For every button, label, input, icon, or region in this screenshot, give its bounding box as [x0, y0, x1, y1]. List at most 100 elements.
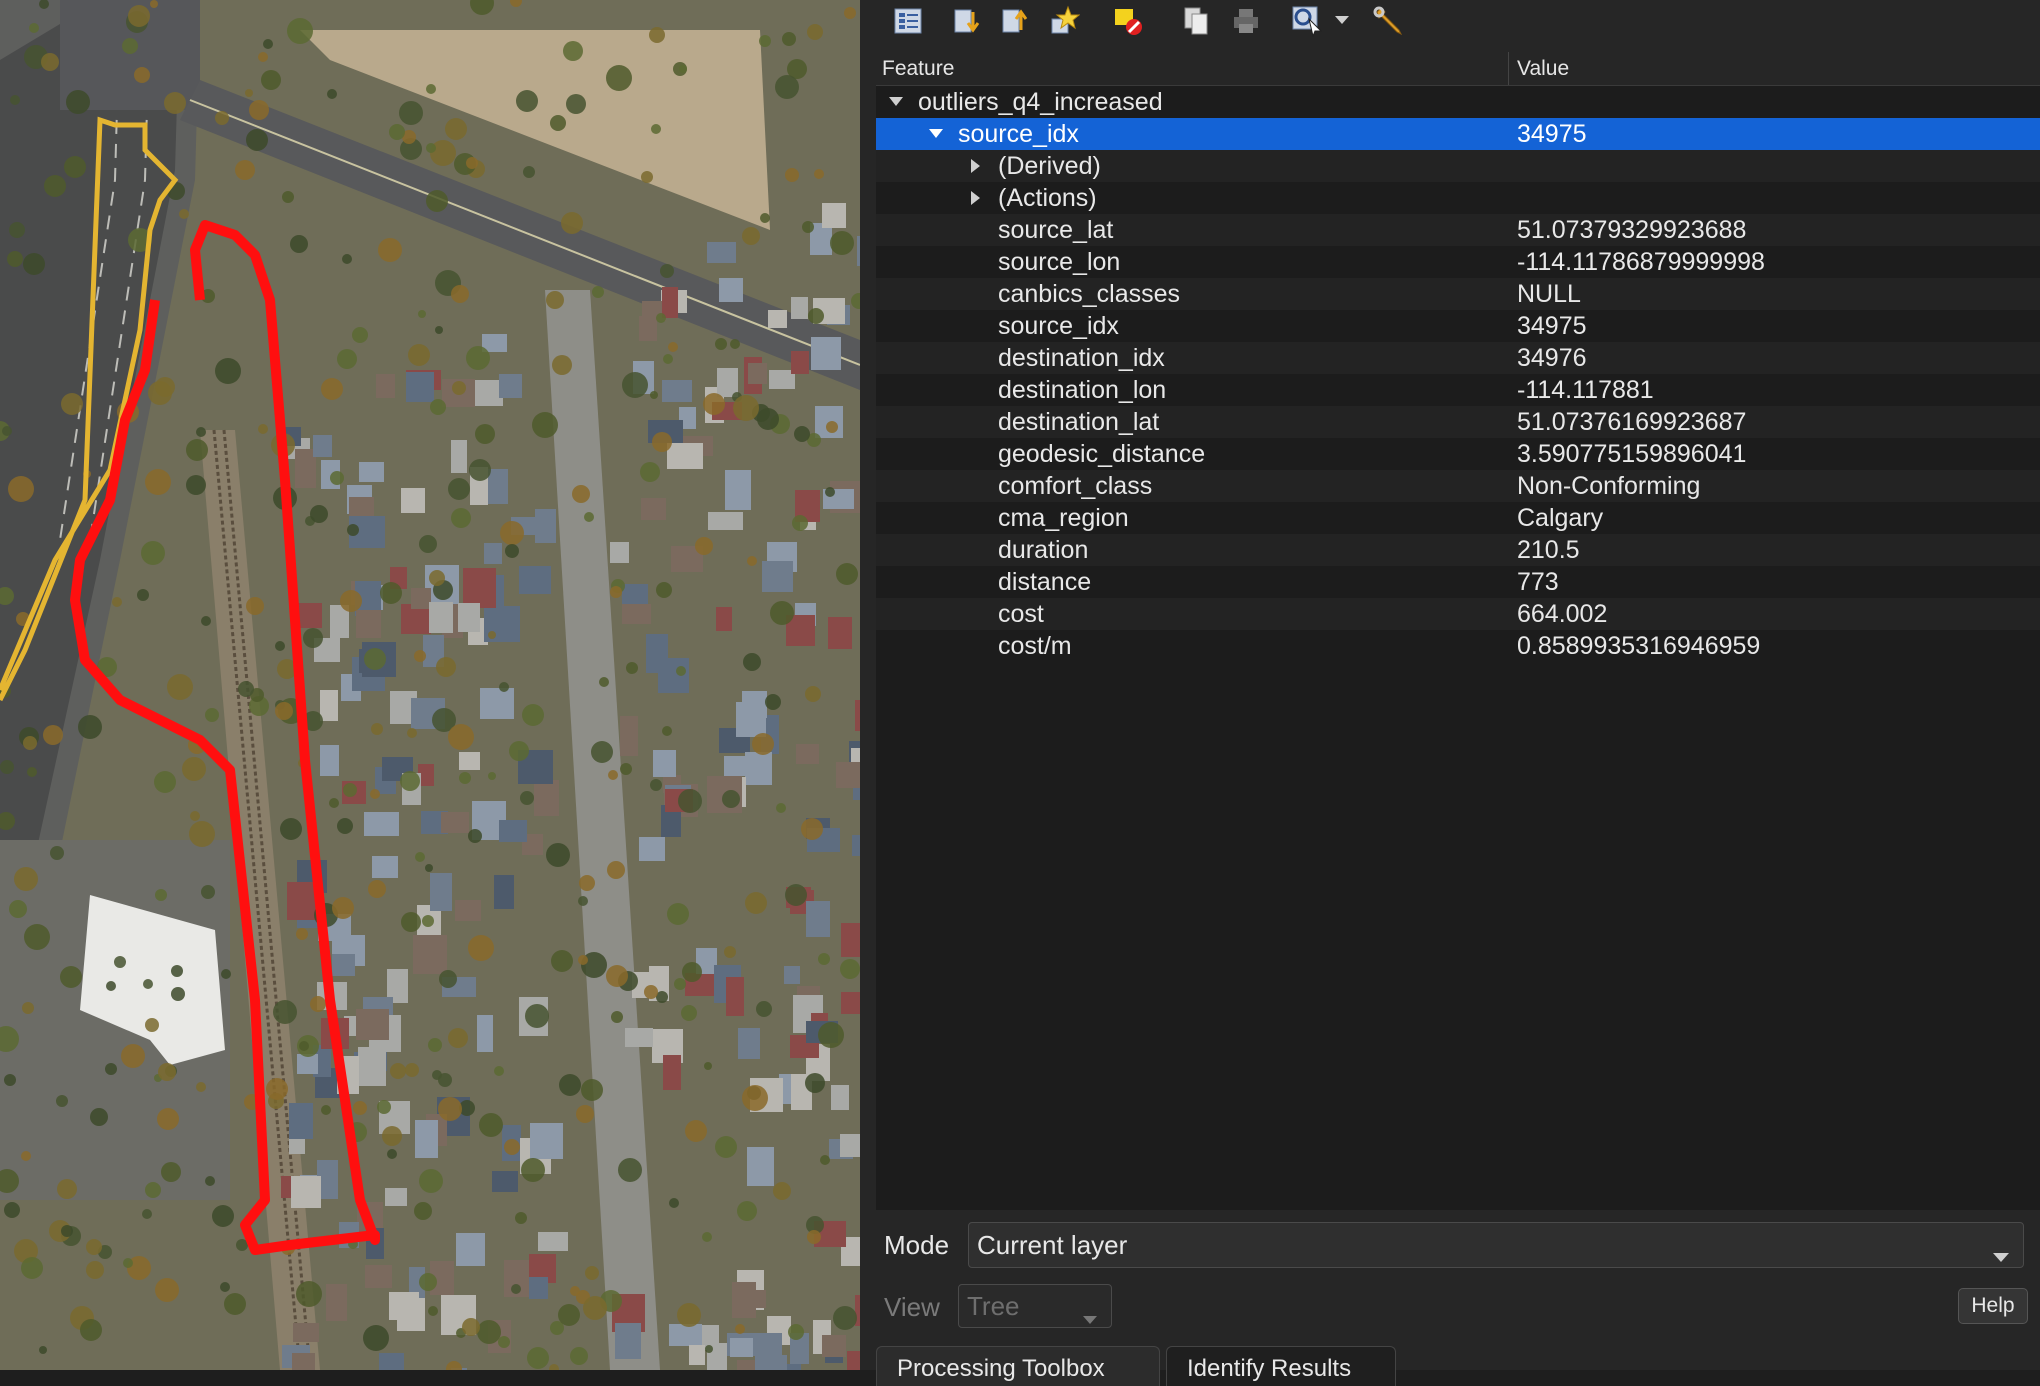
- tree: [426, 84, 436, 94]
- layer-row[interactable]: outliers_q4_increased: [876, 86, 2040, 118]
- house-roof: [615, 1323, 641, 1359]
- tree: [145, 1182, 161, 1198]
- house-roof: [768, 310, 787, 328]
- tab-processing-toolbox[interactable]: Processing Toolbox: [876, 1346, 1160, 1386]
- house-roof: [806, 901, 830, 937]
- tree: [546, 291, 564, 309]
- tree: [579, 875, 595, 891]
- house-roof: [519, 566, 551, 594]
- tree: [802, 221, 814, 233]
- deselect-icon[interactable]: [1110, 3, 1146, 39]
- tree: [681, 1005, 697, 1021]
- attribute-row[interactable]: distance 773: [876, 566, 2040, 598]
- attribute-row[interactable]: geodesic_distance 3.590775159896041: [876, 438, 2040, 470]
- attribute-row[interactable]: comfort_class Non-Conforming: [876, 470, 2040, 502]
- tree: [584, 512, 594, 522]
- tree: [650, 391, 658, 399]
- tree: [425, 864, 433, 872]
- results-tree-table[interactable]: Feature Value outliers_q4_increased sour…: [876, 52, 2040, 1210]
- print-icon[interactable]: [1228, 3, 1264, 39]
- tree: [171, 965, 183, 977]
- value-column-header[interactable]: Value: [1517, 57, 1569, 81]
- tree: [651, 124, 661, 134]
- house-roof: [707, 242, 736, 263]
- attribute-value: 3.590775159896041: [1517, 440, 1747, 468]
- view-select[interactable]: Tree: [958, 1284, 1112, 1328]
- tree: [570, 1286, 580, 1296]
- attribute-row[interactable]: source_lon -114.11786879999998: [876, 246, 2040, 278]
- tree: [321, 378, 343, 400]
- attribute-row[interactable]: destination_lat 51.07376169923687: [876, 406, 2040, 438]
- tree: [759, 35, 771, 47]
- house-roof: [653, 750, 676, 777]
- tree: [448, 478, 470, 500]
- copy-icon[interactable]: [1178, 3, 1214, 39]
- expand-all-icon[interactable]: [948, 3, 984, 39]
- attribute-row[interactable]: source_lat 51.07379329923688: [876, 214, 2040, 246]
- tree: [468, 829, 482, 843]
- map-canvas[interactable]: [0, 0, 860, 1370]
- tree: [445, 118, 467, 140]
- tree: [4, 1202, 20, 1218]
- tree: [186, 439, 208, 461]
- settings-wrench-icon[interactable]: [1370, 3, 1406, 39]
- view-label: View: [884, 1292, 940, 1322]
- attribute-row[interactable]: cost/m 0.8589935316946959: [876, 630, 2040, 662]
- house-roof: [292, 1353, 315, 1370]
- tree: [56, 1095, 68, 1107]
- dropdown-arrow-icon[interactable]: [1330, 3, 1354, 39]
- expand-triangle-icon[interactable]: [966, 182, 986, 214]
- tree: [342, 254, 352, 264]
- expand-triangle-icon[interactable]: [966, 150, 986, 182]
- help-button[interactable]: Help: [1958, 1288, 2028, 1324]
- tree: [134, 67, 150, 83]
- tree: [196, 427, 206, 437]
- tree: [329, 798, 339, 808]
- mode-select[interactable]: Current layer: [968, 1222, 2024, 1268]
- attribute-row[interactable]: duration 210.5: [876, 534, 2040, 566]
- layer-name: outliers_q4_increased: [918, 88, 1163, 116]
- attribute-row[interactable]: cma_region Calgary: [876, 502, 2040, 534]
- tab-identify-results[interactable]: Identify Results: [1166, 1346, 1396, 1386]
- tree: [509, 741, 529, 761]
- tree: [215, 111, 229, 125]
- tree: [155, 1278, 179, 1302]
- tree: [705, 1345, 713, 1353]
- tree: [114, 956, 126, 968]
- tree: [9, 900, 27, 918]
- attribute-row[interactable]: cost 664.002: [876, 598, 2040, 630]
- house-roof: [401, 488, 425, 513]
- tree: [189, 821, 215, 847]
- attribute-row[interactable]: destination_lon -114.117881: [876, 374, 2040, 406]
- satellite-map[interactable]: [0, 0, 860, 1370]
- collapse-triangle-icon[interactable]: [886, 86, 906, 118]
- selected-feature-row[interactable]: source_idx 34975: [876, 118, 2040, 150]
- tree: [836, 563, 858, 585]
- tree: [157, 1108, 179, 1130]
- tree: [466, 157, 478, 169]
- attribute-row[interactable]: destination_idx 34976: [876, 342, 2040, 374]
- identify-mode-icon[interactable]: [1290, 3, 1326, 39]
- attribute-row[interactable]: source_idx 34975: [876, 310, 2040, 342]
- actions-group-row[interactable]: (Actions): [876, 182, 2040, 214]
- feature-column-header[interactable]: Feature: [882, 57, 954, 81]
- house-roof: [538, 1232, 568, 1251]
- tree: [205, 708, 219, 722]
- tree: [785, 168, 799, 182]
- tree: [650, 779, 662, 791]
- derived-group-row[interactable]: (Derived): [876, 150, 2040, 182]
- tree: [258, 424, 268, 434]
- house-roof: [332, 954, 355, 976]
- highlight-icon[interactable]: [1046, 3, 1082, 39]
- tree: [64, 156, 86, 178]
- collapse-triangle-icon[interactable]: [926, 118, 946, 150]
- expand-tree-icon[interactable]: [890, 3, 926, 39]
- attribute-value: 773: [1517, 568, 1559, 596]
- tree: [520, 791, 534, 805]
- attribute-row[interactable]: canbics_classes NULL: [876, 278, 2040, 310]
- column-separator[interactable]: [1508, 52, 1509, 85]
- attribute-value: 0.8589935316946959: [1517, 632, 1761, 660]
- collapse-all-icon[interactable]: [996, 3, 1032, 39]
- tree: [563, 41, 583, 61]
- tree: [179, 209, 189, 219]
